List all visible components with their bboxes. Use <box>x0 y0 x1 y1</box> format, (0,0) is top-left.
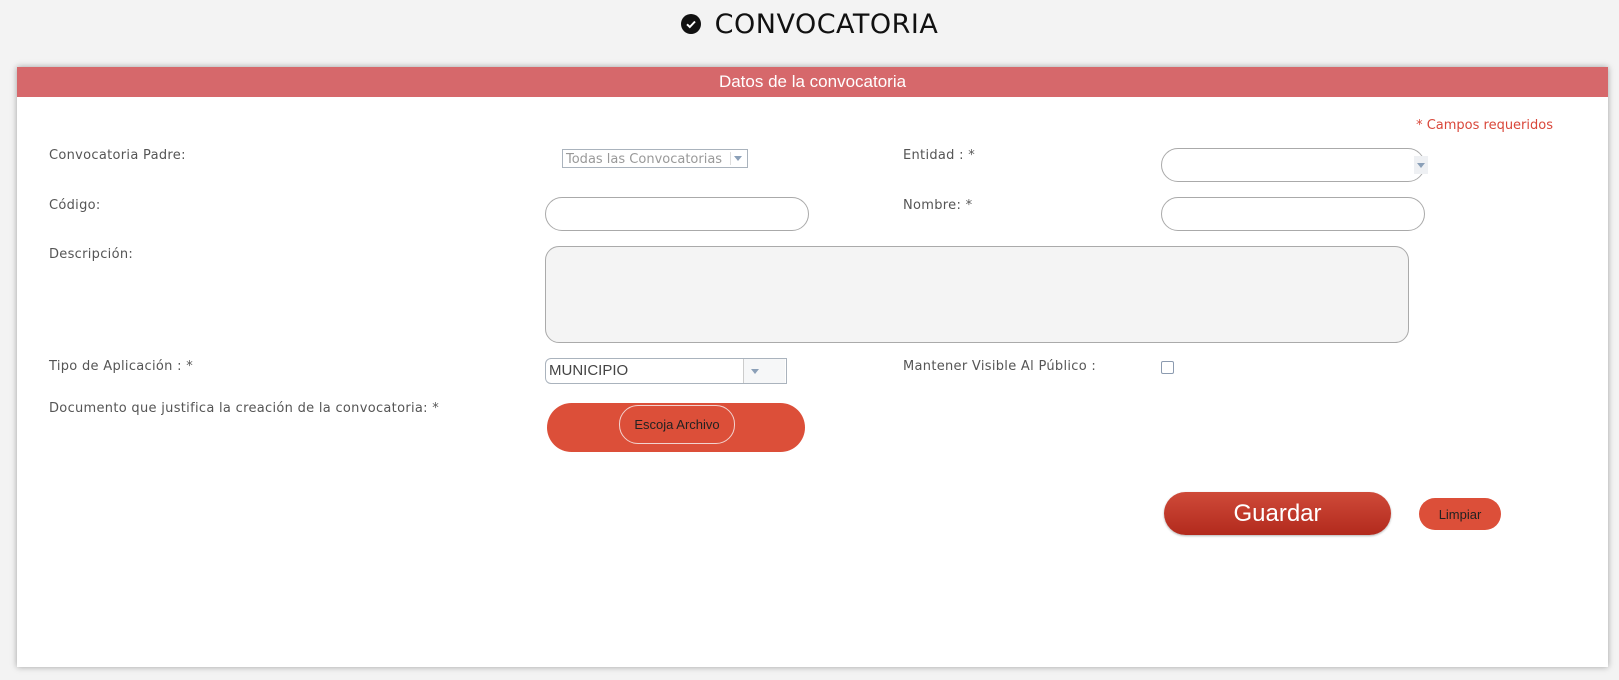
tipo-aplicacion-value: MUNICIPIO <box>549 362 629 379</box>
descripcion-textarea[interactable] <box>545 246 1409 343</box>
convocatoria-padre-value: Todas las Convocatorias <box>566 152 723 167</box>
check-circle-icon <box>680 14 701 34</box>
convocatoria-padre-label: Convocatoria Padre: <box>49 148 186 163</box>
tipo-aplicacion-label: Tipo de Aplicación : * <box>49 359 194 374</box>
descripcion-label: Descripción: <box>49 247 134 262</box>
codigo-input[interactable] <box>545 197 809 231</box>
chevron-down-icon[interactable] <box>730 152 745 165</box>
panel-title: Datos de la convocatoria <box>17 67 1608 97</box>
page-title: CONVOCATORIA <box>714 8 939 40</box>
entidad-select[interactable] <box>1161 148 1425 182</box>
entidad-label: Entidad : * <box>903 148 976 163</box>
convocatoria-form-panel: Datos de la convocatoria * Campos requer… <box>17 67 1608 667</box>
choose-file-button[interactable]: Escoja Archivo <box>619 405 735 444</box>
mantener-visible-checkbox[interactable] <box>1161 361 1174 374</box>
convocatoria-padre-select[interactable]: Todas las Convocatorias <box>562 149 748 168</box>
file-upload-area[interactable]: Escoja Archivo <box>547 403 805 452</box>
chevron-down-icon[interactable] <box>743 359 785 383</box>
mantener-visible-label: Mantener Visible Al Público : <box>903 359 1097 374</box>
nombre-input[interactable] <box>1161 197 1425 231</box>
codigo-label: Código: <box>49 198 101 213</box>
required-fields-note: * Campos requeridos <box>1416 118 1553 133</box>
page-header: CONVOCATORIA <box>0 0 1619 48</box>
guardar-button[interactable]: Guardar <box>1164 492 1391 535</box>
documento-label: Documento que justifica la creación de l… <box>49 401 440 416</box>
tipo-aplicacion-select[interactable]: MUNICIPIO <box>545 358 787 384</box>
chevron-down-icon[interactable] <box>1414 156 1428 174</box>
limpiar-button[interactable]: Limpiar <box>1419 498 1501 530</box>
nombre-label: Nombre: * <box>903 198 973 213</box>
